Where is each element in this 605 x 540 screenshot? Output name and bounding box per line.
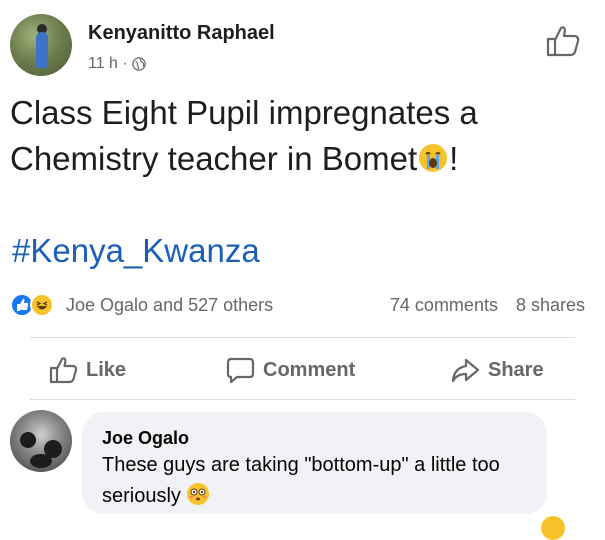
- like-button[interactable]: Like: [48, 352, 126, 388]
- reaction-icons[interactable]: [10, 292, 62, 318]
- comments-count[interactable]: 74 comments: [390, 295, 498, 316]
- avatar-shape: [20, 432, 36, 448]
- divider-bottom: [30, 399, 575, 400]
- comment-text-block: These guys are taking "bottom-up" a litt…: [102, 450, 542, 512]
- haha-reaction-icon: [30, 293, 54, 317]
- share-button[interactable]: Share: [450, 352, 544, 388]
- reactions-summary: Joe Ogalo and 527 others 74 comments 8 s…: [10, 292, 585, 318]
- post-text: Class Eight Pupil impregnates a Chemistr…: [10, 90, 590, 182]
- like-outline-icon[interactable]: [545, 24, 581, 58]
- commenter-avatar[interactable]: [10, 410, 72, 472]
- like-label: Like: [86, 358, 127, 381]
- engagement-counts: 74 comments 8 shares: [390, 295, 585, 316]
- share-icon: [451, 358, 480, 383]
- comment-author-name[interactable]: Joe Ogalo: [102, 428, 189, 449]
- comment-reaction-icon[interactable]: [541, 516, 565, 540]
- crying-face-emoji-icon: [419, 144, 448, 172]
- thumbs-up-icon: [17, 298, 29, 311]
- post-meta: 11 h ·: [88, 55, 146, 73]
- avatar-figure-shape: [36, 32, 48, 68]
- shares-count[interactable]: 8 shares: [516, 295, 585, 316]
- post-timestamp[interactable]: 11 h ·: [88, 55, 128, 73]
- comment-label: Comment: [263, 358, 356, 381]
- comment-text: These guys are taking "bottom-up" a litt…: [102, 454, 500, 507]
- comment-button[interactable]: Comment: [225, 352, 355, 388]
- share-label: Share: [488, 358, 544, 381]
- laughing-face-icon: [36, 301, 48, 310]
- post-author-name[interactable]: Kenyanitto Raphael: [88, 22, 275, 45]
- post-text-end: !: [449, 140, 459, 177]
- globe-icon: [131, 57, 146, 71]
- author-avatar[interactable]: [10, 14, 72, 76]
- comment-icon: [226, 357, 255, 384]
- reaction-names[interactable]: Joe Ogalo and 527 others: [66, 295, 273, 316]
- post-text-main: Class Eight Pupil impregnates a Chemistr…: [10, 94, 478, 177]
- post-hashtag-link[interactable]: #Kenya_Kwanza: [12, 232, 260, 270]
- like-icon: [49, 357, 78, 384]
- divider-top: [30, 337, 575, 338]
- avatar-shape: [30, 454, 52, 468]
- flushed-face-emoji-icon: [187, 483, 210, 505]
